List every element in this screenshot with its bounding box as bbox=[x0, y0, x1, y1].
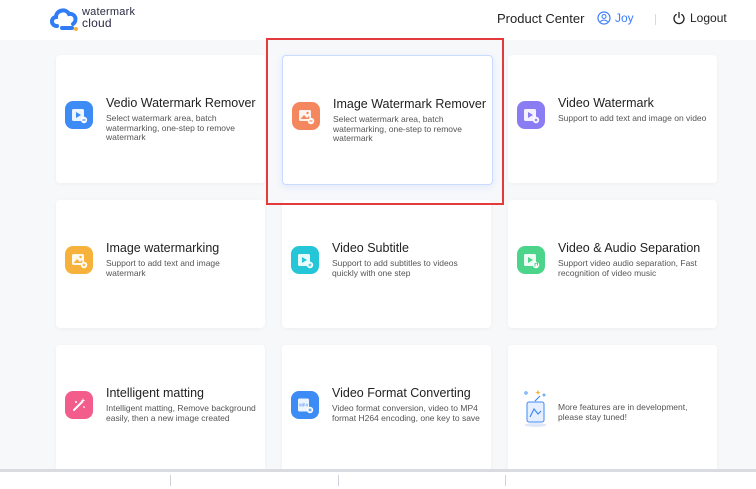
card-description: Video format conversion, video to MP4 fo… bbox=[332, 403, 480, 423]
card-more-features: More features are in development, please… bbox=[508, 345, 717, 473]
card-image-watermark-remover[interactable]: Image Watermark Remover Select watermark… bbox=[282, 55, 493, 185]
card-video-format-converting[interactable]: MP4 Video Format Converting Video format… bbox=[282, 345, 491, 473]
card-description: Support video audio separation, Fast rec… bbox=[558, 258, 697, 278]
card-title: Video Format Converting bbox=[332, 386, 471, 400]
card-title: Intelligent matting bbox=[106, 386, 204, 400]
video-watermark-icon bbox=[517, 101, 545, 129]
card-intelligent-matting[interactable]: Intelligent matting Intelligent matting,… bbox=[56, 345, 265, 473]
user-name: Joy bbox=[615, 11, 634, 25]
card-title: Vedio Watermark Remover bbox=[106, 96, 256, 110]
card-description: Select watermark area, batch watermarkin… bbox=[106, 113, 235, 142]
card-title: Image Watermark Remover bbox=[333, 97, 487, 111]
card-image-watermarking[interactable]: Image watermarking Support to add text a… bbox=[56, 200, 265, 328]
card-video-audio-separation[interactable]: Video & Audio Separation Support video a… bbox=[508, 200, 717, 328]
mp4-convert-icon: MP4 bbox=[291, 391, 319, 419]
audio-separation-icon bbox=[517, 246, 545, 274]
card-video-watermark[interactable]: Video Watermark Support to add text and … bbox=[508, 55, 717, 183]
card-description: Select watermark area, batch watermarkin… bbox=[333, 114, 462, 143]
user-icon bbox=[597, 11, 611, 25]
logo-text-line2: cloud bbox=[82, 16, 112, 30]
card-video-subtitle[interactable]: Video Subtitle Support to add subtitles … bbox=[282, 200, 491, 328]
card-description: Support to add subtitles to videos quick… bbox=[332, 258, 458, 278]
bottom-bar-divider bbox=[338, 475, 339, 486]
logout-button[interactable]: Logout bbox=[672, 11, 727, 25]
bottom-bar-divider bbox=[505, 475, 506, 486]
magic-wand-icon bbox=[65, 391, 93, 419]
video-subtitle-icon bbox=[291, 246, 319, 274]
card-description: Support to add text and image watermark bbox=[106, 258, 220, 278]
power-icon bbox=[673, 11, 685, 25]
cloud-logo-icon bbox=[50, 8, 78, 31]
product-center-link[interactable]: Product Center bbox=[497, 11, 584, 26]
image-watermark-icon bbox=[65, 246, 93, 274]
video-remove-icon bbox=[65, 101, 93, 129]
user-menu[interactable]: Joy bbox=[597, 11, 634, 25]
card-description: Support to add text and image on video bbox=[558, 113, 707, 123]
top-header: watermark cloud Product Center Joy Logou… bbox=[0, 0, 756, 40]
watermark-cloud-logo[interactable]: watermark cloud bbox=[48, 4, 168, 36]
card-title: Video Watermark bbox=[558, 96, 654, 110]
bottom-bar bbox=[0, 469, 756, 489]
card-description: Intelligent matting, Remove background e… bbox=[106, 403, 256, 423]
card-title: Video Subtitle bbox=[332, 241, 409, 255]
card-vedio-watermark-remover[interactable]: Vedio Watermark Remover Select watermark… bbox=[56, 55, 265, 183]
card-title: Video & Audio Separation bbox=[558, 241, 701, 255]
svg-text:MP4: MP4 bbox=[299, 403, 308, 408]
development-illustration-icon bbox=[518, 387, 552, 429]
more-features-text: More features are in development, please… bbox=[558, 402, 688, 422]
card-title: Image watermarking bbox=[106, 241, 220, 255]
logout-label: Logout bbox=[690, 11, 727, 25]
bottom-bar-divider bbox=[170, 475, 171, 486]
image-remove-icon bbox=[292, 102, 320, 130]
header-divider bbox=[655, 14, 656, 25]
